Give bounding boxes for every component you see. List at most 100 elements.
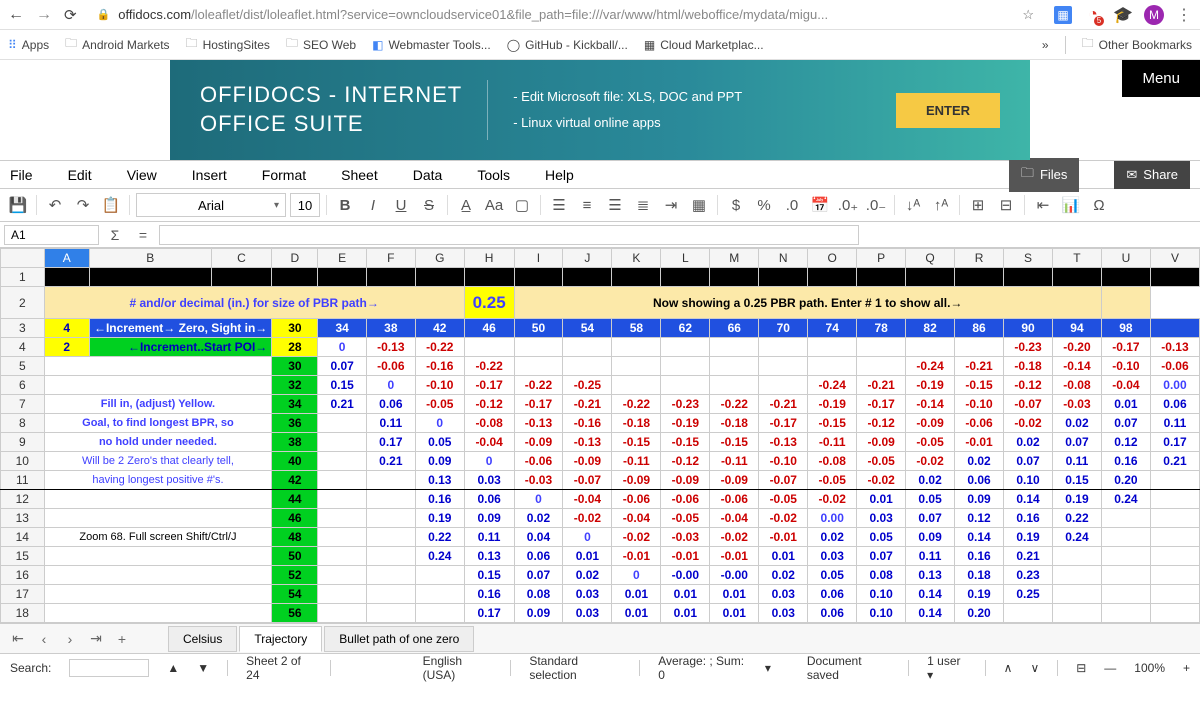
cell[interactable]: 0.05 [906,490,955,509]
extension-icon-1[interactable]: ▦ [1054,6,1072,24]
cell[interactable] [710,338,759,357]
cell[interactable]: 0.01 [710,585,759,604]
cell[interactable] [318,414,366,433]
cell[interactable]: 0.06 [955,471,1004,490]
cell[interactable] [44,566,272,585]
selection-mode[interactable]: Standard selection [529,654,621,682]
menu-insert[interactable]: Insert [192,167,227,183]
cell[interactable] [366,268,415,287]
sum-icon[interactable]: Σ [103,225,127,245]
cell[interactable] [318,528,366,547]
cell[interactable]: -0.02 [906,452,955,471]
cell[interactable]: 0.14 [1004,490,1053,509]
cell[interactable] [808,268,857,287]
cell[interactable] [44,547,272,566]
cell[interactable]: 0.07 [318,357,366,376]
cell[interactable] [1150,604,1199,623]
cell[interactable]: 0.13 [415,471,464,490]
cell[interactable]: 0.02 [1004,433,1053,452]
cell[interactable]: -0.14 [906,395,955,414]
date-icon[interactable]: 📅 [808,193,832,217]
insert-row-icon[interactable]: ⊞ [966,193,990,217]
cell[interactable]: -0.24 [906,357,955,376]
cell[interactable]: 0.16 [1004,509,1053,528]
cell[interactable]: -0.06 [710,490,759,509]
cell[interactable]: 38 [272,433,318,452]
merge-icon[interactable]: ▦ [687,193,711,217]
cell[interactable] [1150,585,1199,604]
cell[interactable]: 0.10 [857,585,906,604]
cell[interactable]: 0.06 [1150,395,1199,414]
cell[interactable] [1004,268,1053,287]
cell[interactable]: 98 [1101,319,1150,338]
cell[interactable] [44,585,272,604]
cell[interactable]: -0.17 [759,414,808,433]
cell[interactable]: 40 [272,452,318,471]
back-button[interactable]: ← [8,6,24,24]
cell[interactable]: 74 [808,319,857,338]
bookmark-hostingsites[interactable]: 🗀HostingSites [186,34,270,55]
cell[interactable]: 0.01 [710,604,759,623]
nav-down-icon[interactable]: ∨ [1030,661,1039,675]
cell[interactable] [1052,268,1101,287]
cell[interactable] [612,338,661,357]
tab-prev-icon[interactable]: ‹ [32,631,56,647]
decimal-icon[interactable]: .0 [780,193,804,217]
cell[interactable]: 0.24 [415,547,464,566]
cell[interactable]: 0 [514,490,563,509]
cell[interactable] [318,604,366,623]
bookmark-seo-web[interactable]: 🗀SEO Web [286,34,356,55]
cell[interactable]: -0.19 [906,376,955,395]
language-indicator[interactable]: English (USA) [423,654,493,682]
cell[interactable]: 44 [272,490,318,509]
cell[interactable]: 36 [272,414,318,433]
cell[interactable]: 0.19 [955,585,1004,604]
cell[interactable]: -0.10 [1101,357,1150,376]
cell[interactable]: -0.09 [906,414,955,433]
cell[interactable] [464,268,514,287]
cell[interactable] [1150,471,1199,490]
cell[interactable]: -0.09 [661,471,710,490]
browser-menu-button[interactable]: ⋮ [1176,5,1192,25]
cell[interactable] [955,268,1004,287]
cell[interactable]: 0 [415,414,464,433]
cell[interactable]: 94 [1052,319,1101,338]
cell[interactable]: 0.25 [1004,585,1053,604]
cell[interactable]: 0.15 [1052,471,1101,490]
cell[interactable]: -0.16 [563,414,612,433]
cell[interactable] [612,268,661,287]
cell[interactable] [366,585,415,604]
cell[interactable]: -0.24 [808,376,857,395]
cell[interactable]: -0.09 [563,452,612,471]
cell[interactable]: 38 [366,319,415,338]
cell[interactable]: 0.09 [906,528,955,547]
more-bookmarks[interactable]: » [1042,38,1049,52]
cell[interactable]: -0.11 [612,452,661,471]
cell[interactable] [1101,566,1150,585]
cell[interactable]: 0.01 [759,547,808,566]
cell[interactable]: -0.02 [857,471,906,490]
paste-icon[interactable]: 📋 [99,193,123,217]
cell[interactable]: no hold under needed. [44,433,272,452]
zoom-level[interactable]: 100% [1134,661,1165,675]
header[interactable]: 4 [1,338,45,357]
cell[interactable]: 34 [272,395,318,414]
cell[interactable]: 58 [612,319,661,338]
cell[interactable]: -0.18 [1004,357,1053,376]
cell[interactable]: 78 [857,319,906,338]
cell[interactable]: 0.03 [857,509,906,528]
cell[interactable]: -0.21 [955,357,1004,376]
cell[interactable]: 0.01 [661,604,710,623]
cell[interactable]: Goal, to find longest BPR, so [44,414,272,433]
cell[interactable]: -0.15 [710,433,759,452]
cell[interactable] [1101,528,1150,547]
cell[interactable] [1150,528,1199,547]
cell[interactable] [44,376,272,395]
cell[interactable] [1052,547,1101,566]
cell[interactable]: 0.22 [1052,509,1101,528]
cell[interactable]: 34 [318,319,366,338]
header[interactable]: 3 [1,319,45,338]
cell[interactable] [759,268,808,287]
font-size-input[interactable] [290,193,320,217]
cell[interactable]: 0.24 [1101,490,1150,509]
